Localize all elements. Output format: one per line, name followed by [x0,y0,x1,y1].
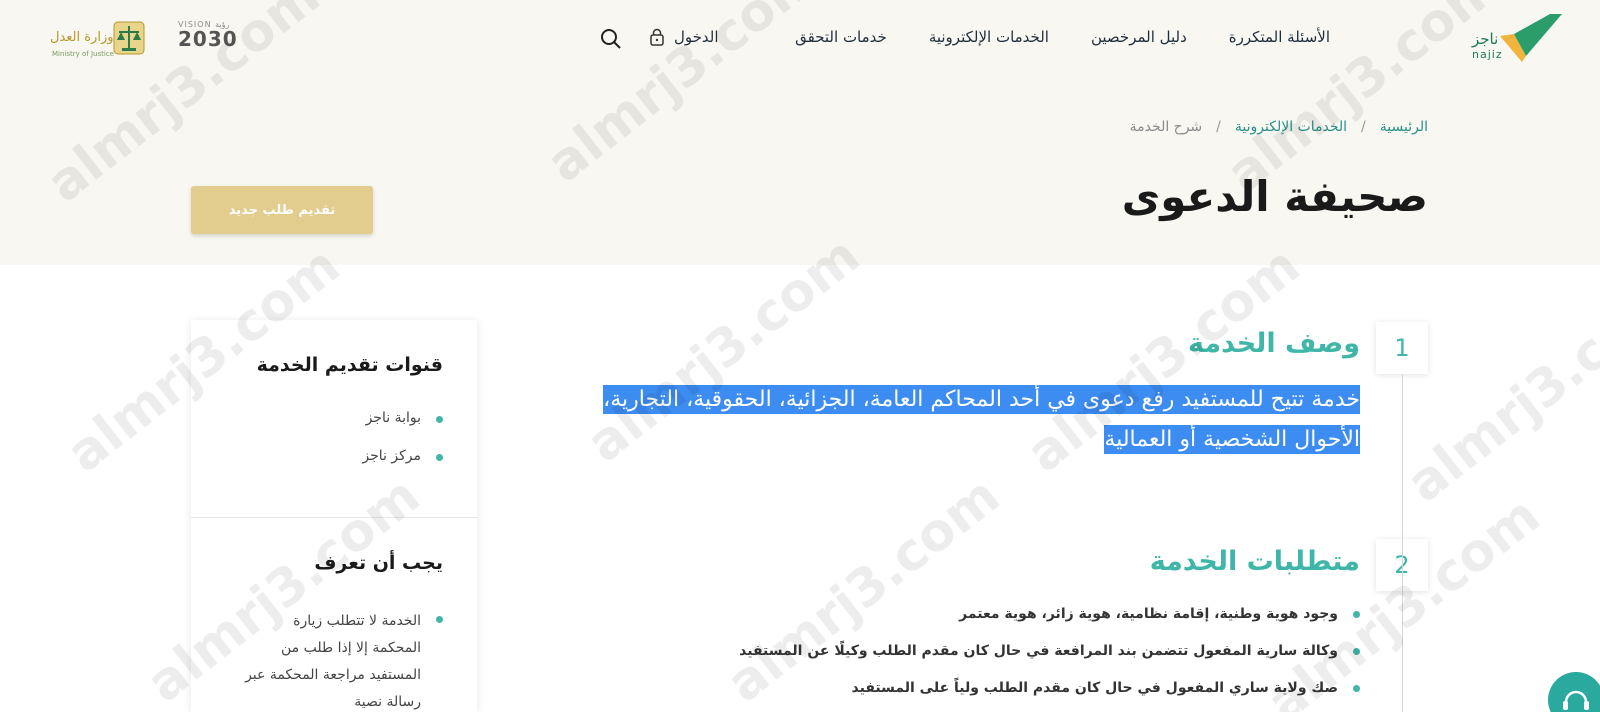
breadcrumb-separator: / [1361,119,1366,135]
channels-title: قنوات تقديم الخدمة [256,354,443,376]
page-title: صحيفة الدعوى [1121,172,1428,221]
nav-licensees-guide[interactable]: دليل المرخصين [1091,28,1187,46]
side-card: قنوات تقديم الخدمة بوابة ناجز مركز ناجز … [191,320,477,712]
requirements-list: وجود هوية وطنية، إقامة نظامية، هوية زائر… [739,603,1360,712]
list-item: الخدمة لا تتطلب زيارة المحكمة إلا إذا طل… [243,608,443,712]
najiz-logo[interactable]: ناجز najiz [1472,12,1568,64]
list-item: صك ولاية ساري المفعول في حال كان مقدم ال… [739,677,1360,712]
logo-arabic-text: ناجز [1472,30,1499,48]
breadcrumb-separator: / [1216,119,1221,135]
divider [191,517,477,518]
nav-faq[interactable]: الأسئلة المتكررة [1229,28,1330,46]
description-line-1: خدمة تتيح للمستفيد رفع دعوى في أحد المحا… [603,385,1360,414]
support-chat-button[interactable] [1548,672,1600,712]
watermark: almrj3.com [1396,265,1600,515]
service-requirements-title: متطلبات الخدمة [1149,546,1360,577]
list-item: وجود هوية وطنية، إقامة نظامية، هوية زائر… [739,603,1360,640]
lock-icon [650,28,664,46]
new-request-button[interactable]: تقديم طلب جديد [191,186,373,234]
service-description-title: وصف الخدمة [1188,328,1360,359]
breadcrumb-e-services[interactable]: الخدمات الإلكترونية [1235,119,1347,135]
breadcrumb-current: شرح الخدمة [1129,119,1203,135]
breadcrumb-home[interactable]: الرئيسية [1380,119,1428,135]
channel-najiz-center[interactable]: مركز ناجز [362,446,443,484]
moj-english: Ministry of Justice [52,50,114,58]
vision-2030-logo: VISION رؤية 2030 [178,20,238,60]
should-know-title: يجب أن تعرف [314,552,443,574]
list-item: وكالة سارية المفعول تتضمن بند المرافعة ف… [739,640,1360,677]
search-icon[interactable] [600,28,622,50]
service-description-text: خدمة تتيح للمستفيد رفع دعوى في أحد المحا… [520,380,1360,460]
channels-list: بوابة ناجز مركز ناجز [362,408,443,484]
vision-year: 2030 [178,27,238,51]
moj-arabic: وزارة العدل [50,30,114,45]
logo-latin-text: najiz [1472,48,1503,61]
nav-e-services[interactable]: الخدمات الإلكترونية [929,28,1049,46]
main-nav: خدمات التحقق الخدمات الإلكترونية دليل ال… [795,28,1330,46]
nav-verification-services[interactable]: خدمات التحقق [795,28,887,46]
channel-najiz-portal[interactable]: بوابة ناجز [362,408,443,446]
timeline-line [1402,374,1403,712]
should-know-list: الخدمة لا تتطلب زيارة المحكمة إلا إذا طل… [243,608,443,712]
ministry-of-justice-logo: وزارة العدل Ministry of Justice [50,20,146,60]
scales-emblem-icon [113,21,145,55]
headset-icon [1563,690,1589,710]
najiz-check-icon [1500,14,1562,62]
breadcrumb: الرئيسية / الخدمات الإلكترونية / شرح الخ… [1130,119,1428,135]
login-label: الدخول [674,28,719,46]
step-number-1: 1 [1376,322,1428,374]
login-link[interactable]: الدخول [650,28,719,46]
description-line-2: الأحوال الشخصية أو العمالية [1104,425,1360,454]
